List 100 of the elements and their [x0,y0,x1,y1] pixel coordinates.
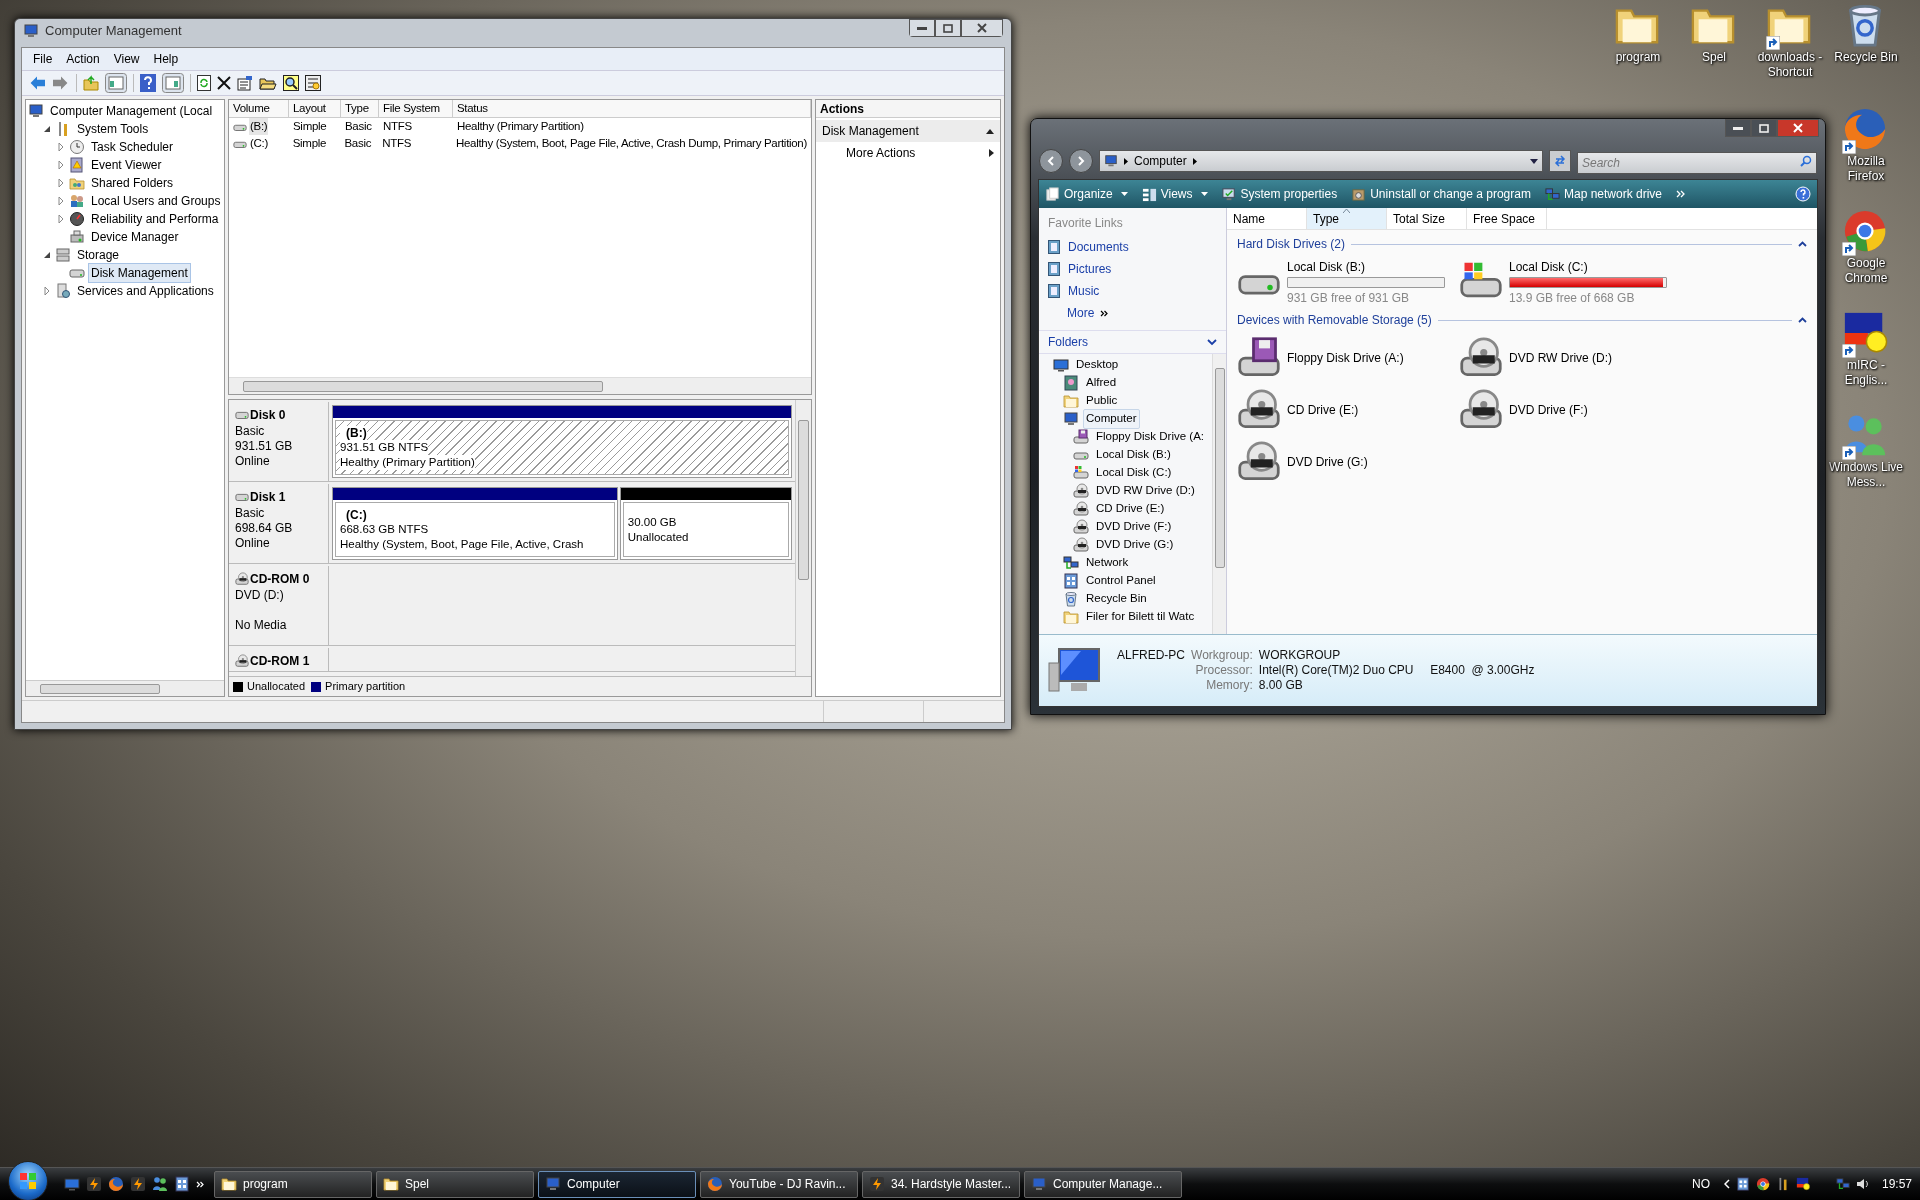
column-header[interactable]: Volume [229,100,289,117]
tree-item[interactable]: Device Manager [88,227,182,247]
partition-block[interactable]: (B:) 931.51 GB NTFS Healthy (Primary Partition) [332,405,792,478]
minimize-button[interactable] [1725,119,1751,137]
group-header[interactable]: Hard Disk Drives (2) [1237,235,1345,253]
folder-tree-item[interactable]: DVD RW Drive (D:) [1093,481,1198,501]
desktop-shortcut[interactable]: mIRC - Englis... [1828,310,1904,388]
people-icon[interactable] [152,1176,168,1192]
more-chevron-icon[interactable] [1676,190,1685,198]
folder-tree-item[interactable]: Public [1083,391,1121,411]
menu-item[interactable]: Action [59,50,107,68]
submenu-arrow-icon[interactable] [989,149,994,157]
properties-icon[interactable] [237,75,253,91]
open-folder-icon[interactable] [259,75,277,91]
disk-label-panel[interactable]: Disk 1 Basic 698.64 GB Online [229,484,329,564]
expand-arrow-icon[interactable] [56,160,66,170]
drive-tile[interactable]: Local Disk (B:) 931 GB free of 931 GB [1237,258,1459,306]
chevron-left-icon[interactable] [1723,1179,1730,1189]
partition-block[interactable]: (C:) 668.63 GB NTFS Healthy (System, Boot, Page File, Active, Crash [332,487,618,560]
magnifier-icon[interactable] [283,75,299,91]
expand-arrow-icon[interactable] [42,286,52,296]
favorite-link[interactable]: Documents [1068,238,1129,256]
collapse-caret-icon[interactable] [986,128,994,134]
lightning-icon[interactable] [130,1176,146,1192]
column-header[interactable]: Free Space [1467,208,1547,229]
disk-label-panel[interactable]: Disk 0 Basic 931.51 GB Online [229,402,329,482]
menu-item[interactable]: File [26,50,60,68]
folder-up-icon[interactable] [83,75,99,91]
forward-arrow-icon[interactable] [52,75,70,91]
folder-tree-item[interactable]: Computer [1083,409,1140,429]
double-chevron-icon[interactable] [1100,309,1109,317]
dropdown-arrow-icon[interactable] [1530,158,1538,164]
minimize-button[interactable] [909,19,935,37]
drive-tile[interactable]: CD Drive (E:) [1237,386,1459,434]
taskbar-button[interactable]: program [214,1170,372,1198]
menu-item[interactable]: Help [146,50,186,68]
folder-tree-item[interactable]: Local Disk (B:) [1093,445,1174,465]
collapse-caret-icon[interactable] [1798,241,1807,247]
collapse-arrow-icon[interactable] [42,250,52,260]
tray-app-icon[interactable] [1795,1177,1810,1191]
collapse-arrow-icon[interactable] [42,124,52,134]
tree-item[interactable]: Disk Management [88,263,191,283]
speaker-icon[interactable] [1855,1177,1870,1191]
collapse-chevron-icon[interactable] [1207,338,1217,346]
toolbar-button[interactable]: Views [1141,185,1208,203]
language-indicator[interactable]: NO [1691,1175,1710,1193]
tree-item[interactable]: Reliability and Performa [88,209,222,229]
search-icon[interactable] [1800,155,1812,167]
taskbar-button[interactable]: YouTube - DJ Ravin... [700,1170,858,1198]
search-field[interactable]: Search [1577,152,1817,174]
tray-app-icon[interactable] [1755,1177,1770,1191]
expand-arrow-icon[interactable] [56,178,66,188]
desktop-shortcut[interactable]: Spel [1676,2,1752,80]
taskbar-button[interactable]: Spel [376,1170,534,1198]
desktop-shortcut[interactable]: Google Chrome [1828,208,1904,286]
folder-tree-item[interactable]: Recycle Bin [1083,589,1150,609]
favorite-link[interactable]: Pictures [1068,260,1112,278]
tree-item[interactable]: Local Users and Groups [88,191,224,211]
maximize-button[interactable] [935,19,961,37]
back-button[interactable] [1039,149,1063,173]
toolbar-button[interactable]: Uninstall or change a program [1351,185,1531,203]
expand-arrow-icon[interactable] [56,196,66,206]
folder-tree-item[interactable]: Local Disk (C:) [1093,463,1175,483]
tree-item[interactable]: Task Scheduler [88,137,177,157]
network-icon[interactable] [1835,1177,1850,1191]
folder-tree-item[interactable]: Filer for Bilett til Watc [1083,607,1198,627]
vertical-scrollbar[interactable] [795,400,811,676]
drive-tile[interactable]: DVD Drive (G:) [1237,438,1459,486]
folder-tree-item[interactable]: Floppy Disk Drive (A: [1093,427,1207,447]
delete-icon[interactable] [217,76,231,90]
tree-item[interactable]: Storage [74,245,123,265]
drive-tile[interactable]: Local Disk (C:) 13.9 GB free of 668 GB [1459,258,1681,306]
drive-tile[interactable]: Floppy Disk Drive (A:) [1237,334,1459,382]
desktop-shortcut[interactable]: Mozilla Firefox [1828,106,1904,184]
taskbar-button[interactable]: Computer Manage... [1024,1170,1182,1198]
globe-icon[interactable] [108,1176,124,1192]
toolbar-button[interactable]: Organize [1045,185,1128,203]
tree-item[interactable]: System Tools [74,119,152,139]
tray-app-icon[interactable] [1735,1177,1750,1191]
toolbar-button[interactable]: System properties [1221,185,1338,203]
column-header[interactable]: Type [341,100,379,117]
tree-item[interactable]: Shared Folders [88,173,177,193]
pane-toggle-icon[interactable] [162,73,184,93]
tree-item[interactable]: Event Viewer [88,155,165,175]
maximize-button[interactable] [1751,119,1777,137]
close-button[interactable] [961,19,1003,37]
folder-tree-item[interactable]: Control Panel [1083,571,1159,591]
vertical-scrollbar[interactable] [1212,354,1226,634]
actions-section-header[interactable]: Disk Management [816,120,1000,142]
folder-tree-item[interactable]: Alfred [1083,373,1120,393]
square-icon[interactable] [174,1176,190,1192]
desktop-shortcut[interactable]: program [1600,2,1676,80]
clock-time[interactable]: 19:57 [1881,1175,1912,1193]
favorite-link[interactable]: Music [1068,282,1100,300]
column-header[interactable]: Type [1307,208,1387,229]
column-header[interactable]: Total Size [1387,208,1467,229]
tree-item[interactable]: Computer Management (Local [47,101,216,121]
disk-label-panel[interactable]: CD-ROM 0 DVD (D:) No Media [229,566,329,646]
close-button[interactable] [1777,119,1819,137]
column-header[interactable]: File System [379,100,453,117]
